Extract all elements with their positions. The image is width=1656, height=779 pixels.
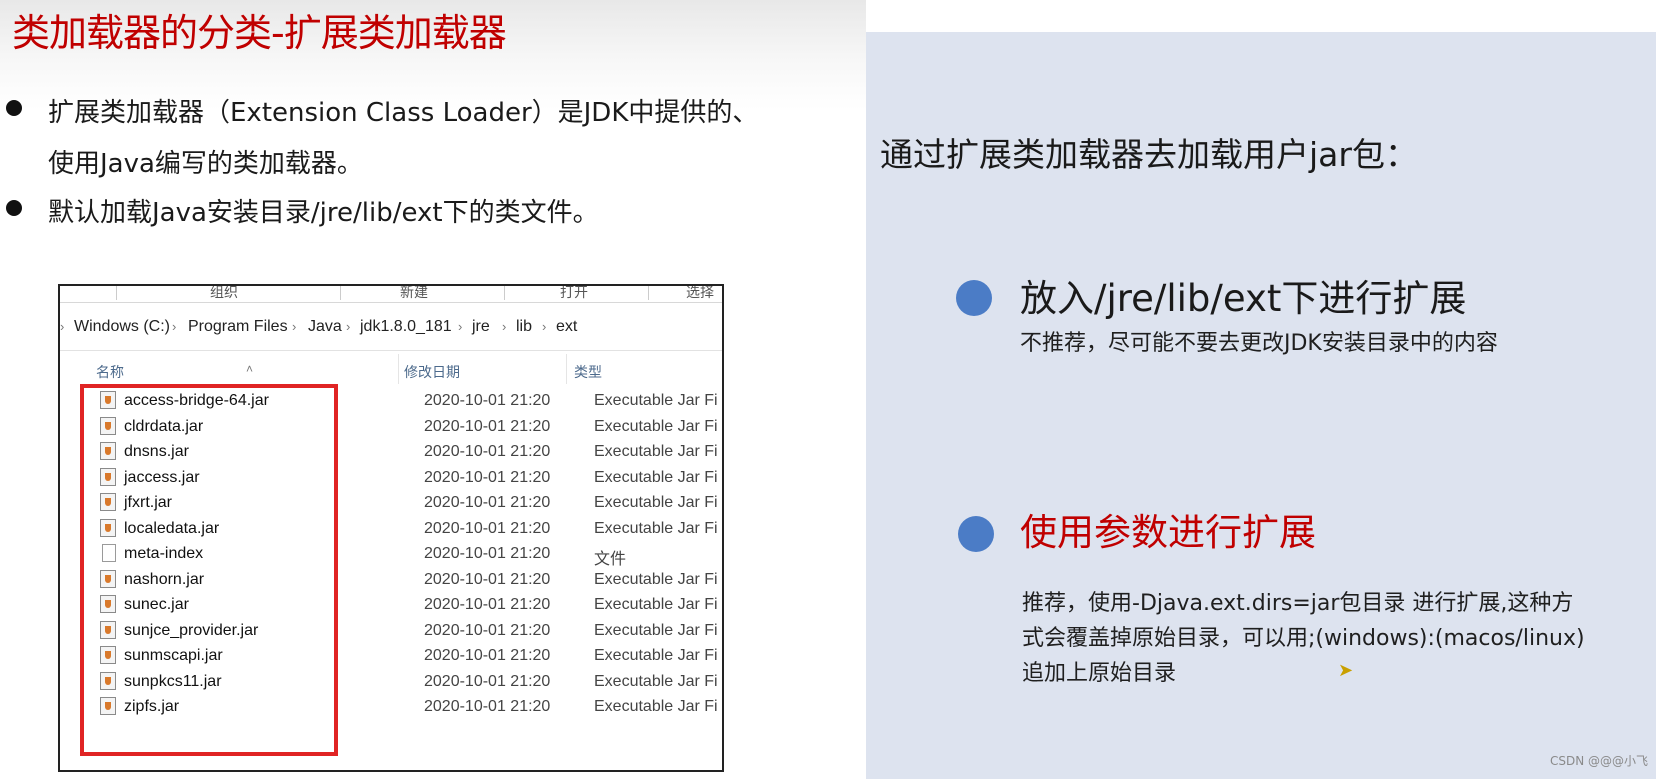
column-header-date[interactable]: 修改日期	[404, 362, 460, 382]
bullet-circle-icon	[956, 280, 992, 316]
chevron-right-icon: ›	[458, 319, 463, 334]
chevron-right-icon: ›	[292, 319, 297, 334]
breadcrumb-java[interactable]: Java	[308, 318, 342, 336]
option-2-desc-line-3: 追加上原始目录	[1022, 661, 1177, 686]
file-type: Executable Jar Fi	[594, 468, 718, 486]
file-type: Executable Jar Fi	[594, 519, 718, 537]
option-2-title: 使用参数进行扩展	[1020, 511, 1316, 554]
ribbon-open[interactable]: 打开	[560, 286, 588, 302]
red-highlight-box	[80, 384, 338, 756]
option-2-desc-line-1: 推荐，使用-Djava.ext.dirs=jar包目录 进行扩展,这种方	[1022, 591, 1574, 616]
file-type: Executable Jar Fi	[594, 621, 718, 639]
bullet-1: 扩展类加载器（Extension Class Loader）是JDK中提供的、 …	[0, 88, 758, 190]
chevron-right-icon: ›	[346, 319, 351, 334]
bullet-circle-icon	[958, 516, 994, 552]
sort-up-icon: ˄	[246, 362, 254, 376]
bullet-1-line-1: 扩展类加载器（Extension Class Loader）是JDK中提供的、	[48, 98, 759, 128]
file-type: Executable Jar Fi	[594, 392, 718, 409]
bullet-2-text: 默认加载Java安装目录/jre/lib/ext下的类文件。	[48, 198, 599, 228]
file-type: Executable Jar Fi	[594, 647, 718, 664]
file-type: Executable Jar Fi	[594, 443, 718, 460]
column-header-type[interactable]: 类型	[574, 362, 602, 382]
file-date: 2020-10-01 21:20	[424, 698, 551, 715]
ribbon-divider	[116, 286, 117, 300]
file-date: 2020-10-01 21:20	[424, 672, 551, 690]
chevron-right-icon: ›	[542, 319, 547, 334]
bullet-dot	[6, 100, 22, 116]
chevron-right-icon: ›	[60, 319, 65, 334]
mouse-pointer-icon: ➤	[1338, 660, 1354, 681]
option-1-desc: 不推荐，尽可能不要去更改JDK安装目录中的内容	[1020, 331, 1498, 356]
file-date: 2020-10-01 21:20	[424, 494, 551, 511]
file-type: Executable Jar Fi	[594, 698, 718, 715]
ribbon-groups: 组织 新建 打开 选择	[60, 286, 722, 303]
ribbon-divider	[340, 286, 341, 300]
file-date: 2020-10-01 21:20	[424, 570, 551, 588]
option-1-title: 放入/jre/lib/ext下进行扩展	[1020, 277, 1467, 320]
file-type: Executable Jar Fi	[594, 570, 718, 588]
file-date: 2020-10-01 21:20	[424, 468, 551, 486]
file-date: 2020-10-01 21:20	[424, 545, 551, 562]
ribbon-divider	[648, 286, 649, 300]
ribbon-new[interactable]: 新建	[400, 286, 428, 302]
column-divider[interactable]	[566, 354, 567, 384]
column-header-row: ˄ 名称 修改日期 类型	[60, 354, 722, 384]
breadcrumb-windows-c[interactable]: Windows (C:)	[74, 318, 170, 336]
file-date: 2020-10-01 21:20	[424, 621, 551, 639]
file-type: Executable Jar Fi	[594, 672, 718, 690]
ribbon-select[interactable]: 选择	[686, 286, 714, 302]
slide-title: 类加载器的分类-扩展类加载器	[12, 11, 507, 55]
column-header-name[interactable]: 名称	[96, 362, 124, 382]
bullet-1-line-2: 使用Java编写的类加载器。	[48, 149, 363, 179]
file-date: 2020-10-01 21:20	[424, 647, 551, 664]
watermark: CSDN @@@小飞	[1549, 754, 1648, 768]
breadcrumb-program-files[interactable]: Program Files	[188, 318, 288, 336]
option-2-desc-line-2: 式会覆盖掉原始目录，可以用;(windows):(macos/linux)	[1022, 626, 1585, 651]
bullet-dot	[6, 200, 22, 216]
breadcrumb-ext[interactable]: ext	[556, 318, 577, 336]
column-divider[interactable]	[398, 354, 399, 384]
chevron-right-icon: ›	[502, 319, 507, 334]
option-2-desc: 推荐，使用-Djava.ext.dirs=jar包目录 进行扩展,这种方 式会覆…	[1022, 586, 1585, 691]
address-bar[interactable]: › Windows (C:) › Program Files › Java › …	[60, 306, 722, 351]
file-date: 2020-10-01 21:20	[424, 519, 551, 537]
file-type: Executable Jar Fi	[594, 494, 718, 511]
file-type: Executable Jar Fi	[594, 417, 718, 435]
ribbon-divider	[504, 286, 505, 300]
breadcrumb-jdk[interactable]: jdk1.8.0_181	[360, 318, 452, 336]
right-panel: 通过扩展类加载器去加载用户jar包： 放入/jre/lib/ext下进行扩展 不…	[866, 32, 1656, 779]
file-date: 2020-10-01 21:20	[424, 443, 551, 460]
bullet-2: 默认加载Java安装目录/jre/lib/ext下的类文件。	[0, 188, 599, 239]
file-date: 2020-10-01 21:20	[424, 392, 551, 409]
breadcrumb-jre[interactable]: jre	[472, 318, 490, 336]
ribbon-organize[interactable]: 组织	[210, 286, 238, 302]
file-type: 文件	[594, 551, 627, 568]
file-date: 2020-10-01 21:20	[424, 596, 551, 613]
file-date: 2020-10-01 21:20	[424, 417, 551, 435]
file-type: Executable Jar Fi	[594, 596, 718, 613]
chevron-right-icon: ›	[172, 319, 177, 334]
breadcrumb-lib[interactable]: lib	[516, 318, 532, 336]
right-panel-heading: 通过扩展类加载器去加载用户jar包：	[880, 135, 1418, 174]
